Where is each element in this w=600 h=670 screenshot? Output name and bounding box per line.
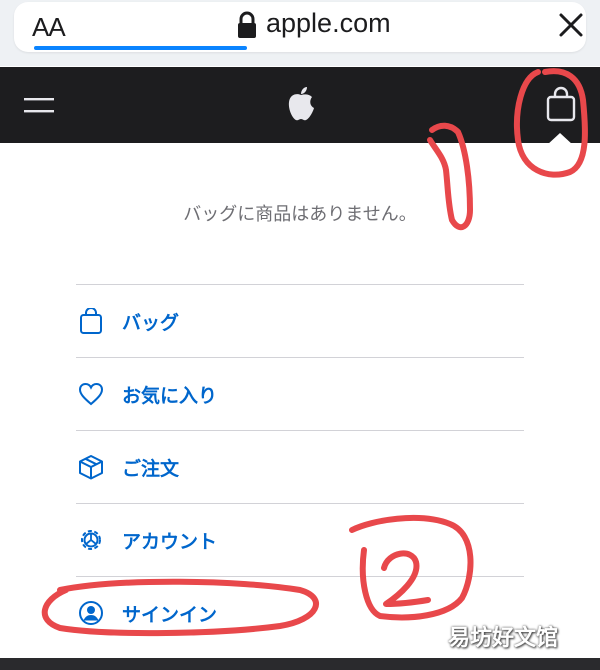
page-load-progress [34, 46, 247, 50]
menu-item-favorites[interactable]: お気に入り [76, 357, 524, 430]
menu-item-label: ご注文 [122, 458, 180, 480]
menu-item-bag[interactable]: バッグ [76, 284, 524, 357]
heart-icon [78, 382, 104, 406]
menu-item-label: アカウント [122, 531, 218, 553]
address-bar[interactable]: AA apple.com [14, 2, 586, 52]
bag-dropdown-caret [547, 133, 573, 145]
menu-item-label: お気に入り [122, 385, 218, 407]
menu-item-orders[interactable]: ご注文 [76, 430, 524, 503]
empty-bag-message: バッグに商品はありません。 [183, 204, 417, 225]
bag-icon [80, 308, 102, 334]
bag-icon[interactable] [545, 86, 577, 122]
browser-toolbar: AA apple.com [0, 0, 600, 66]
bag-menu-list: バッグ お気に入り ご注文 アカウント サインイン [76, 284, 524, 649]
menu-item-label: サインイン [122, 604, 218, 626]
close-icon[interactable] [554, 8, 588, 42]
site-watermark: 易坊好文馆 [448, 626, 559, 651]
apple-global-nav [0, 67, 600, 143]
menu-item-label: バッグ [122, 312, 180, 334]
page-domain: apple.com [266, 8, 391, 38]
box-icon [79, 455, 103, 480]
gear-icon [81, 530, 101, 550]
text-size-button[interactable]: AA [32, 12, 66, 43]
menu-icon[interactable] [24, 94, 54, 116]
menu-item-account[interactable]: アカウント [76, 503, 524, 576]
apple-logo-icon[interactable] [285, 84, 317, 122]
lock-icon [238, 11, 256, 38]
person-circle-icon [79, 601, 103, 625]
page-bottom-strip [0, 658, 600, 670]
